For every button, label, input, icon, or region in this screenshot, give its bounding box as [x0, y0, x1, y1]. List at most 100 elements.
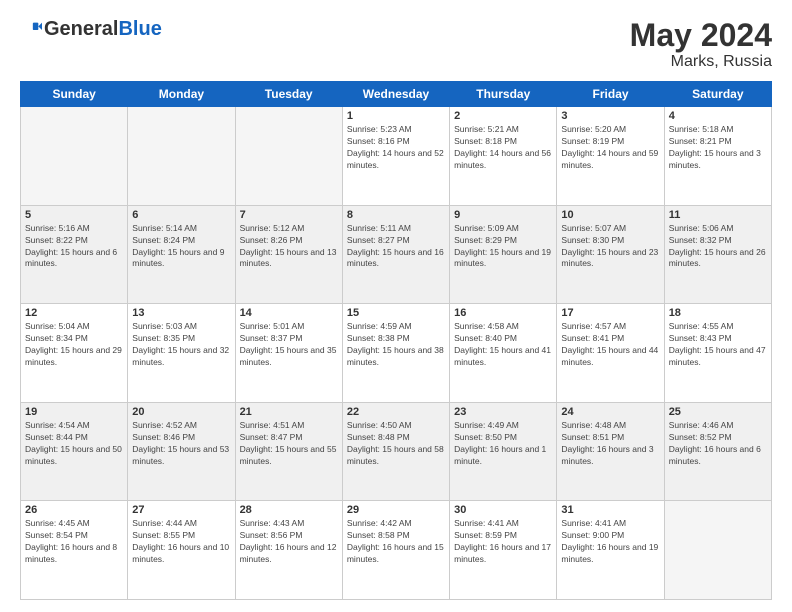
calendar-cell: 30 Sunrise: 4:41 AMSunset: 8:59 PMDayligh… — [450, 501, 557, 600]
calendar-title: May 2024 — [630, 18, 772, 53]
calendar-cell: 9 Sunrise: 5:09 AMSunset: 8:29 PMDaylight… — [450, 205, 557, 304]
calendar-cell: 22 Sunrise: 4:50 AMSunset: 8:48 PMDayligh… — [342, 402, 449, 501]
weekday-header-thursday: Thursday — [450, 82, 557, 107]
day-number: 13 — [132, 307, 230, 319]
day-number: 9 — [454, 209, 552, 221]
day-info: Sunrise: 4:57 AMSunset: 8:41 PMDaylight:… — [561, 321, 659, 369]
calendar-cell: 21Sunrise: 4:51 AMSunset: 8:47 PMDayligh… — [235, 402, 342, 501]
day-number: 28 — [240, 504, 338, 516]
day-number: 12 — [25, 307, 123, 319]
day-number: 17 — [561, 307, 659, 319]
day-info: Sunrise: 5:06 AMSunset: 8:32 PMDaylight:… — [669, 223, 767, 271]
day-number: 22 — [347, 406, 445, 418]
calendar-cell — [21, 107, 128, 206]
week-row-2: 5Sunrise: 5:16 AMSunset: 8:22 PMDaylight… — [21, 205, 772, 304]
day-number: 16 — [454, 307, 552, 319]
calendar-cell: 5Sunrise: 5:16 AMSunset: 8:22 PMDaylight… — [21, 205, 128, 304]
calendar-cell: 13 Sunrise: 5:03 AMSunset: 8:35 PMDayligh… — [128, 304, 235, 403]
day-info: Sunrise: 4:48 AMSunset: 8:51 PMDaylight:… — [561, 420, 659, 468]
calendar-cell — [128, 107, 235, 206]
calendar-cell: 10 Sunrise: 5:07 AMSunset: 8:30 PMDayligh… — [557, 205, 664, 304]
day-number: 14 — [240, 307, 338, 319]
week-row-4: 19 Sunrise: 4:54 AMSunset: 8:44 PMDayligh… — [21, 402, 772, 501]
day-info: Sunrise: 4:42 AMSunset: 8:58 PMDaylight:… — [347, 518, 445, 566]
day-number: 31 — [561, 504, 659, 516]
day-info: Sunrise: 4:58 AMSunset: 8:40 PMDaylight:… — [454, 321, 552, 369]
day-info: Sunrise: 5:12 AMSunset: 8:26 PMDaylight:… — [240, 223, 338, 271]
day-info: Sunrise: 4:54 AMSunset: 8:44 PMDaylight:… — [25, 420, 123, 468]
day-info: Sunrise: 4:50 AMSunset: 8:48 PMDaylight:… — [347, 420, 445, 468]
day-info: Sunrise: 5:03 AMSunset: 8:35 PMDaylight:… — [132, 321, 230, 369]
day-info: Sunrise: 4:55 AMSunset: 8:43 PMDaylight:… — [669, 321, 767, 369]
logo: GeneralBlue — [20, 18, 162, 41]
day-number: 8 — [347, 209, 445, 221]
calendar-cell: 17 Sunrise: 4:57 AMSunset: 8:41 PMDayligh… — [557, 304, 664, 403]
day-number: 23 — [454, 406, 552, 418]
day-number: 1 — [347, 110, 445, 122]
calendar-cell: 19 Sunrise: 4:54 AMSunset: 8:44 PMDayligh… — [21, 402, 128, 501]
calendar-cell: 7Sunrise: 5:12 AMSunset: 8:26 PMDaylight… — [235, 205, 342, 304]
weekday-header-monday: Monday — [128, 82, 235, 107]
day-number: 6 — [132, 209, 230, 221]
weekday-header-wednesday: Wednesday — [342, 82, 449, 107]
day-number: 3 — [561, 110, 659, 122]
day-number: 19 — [25, 406, 123, 418]
day-info: Sunrise: 5:21 AMSunset: 8:18 PMDaylight:… — [454, 124, 552, 172]
calendar-cell: 18Sunrise: 4:55 AMSunset: 8:43 PMDayligh… — [664, 304, 771, 403]
calendar-cell: 12Sunrise: 5:04 AMSunset: 8:34 PMDayligh… — [21, 304, 128, 403]
day-info: Sunrise: 4:49 AMSunset: 8:50 PMDaylight:… — [454, 420, 552, 468]
calendar-cell: 26Sunrise: 4:45 AMSunset: 8:54 PMDayligh… — [21, 501, 128, 600]
day-info: Sunrise: 4:43 AMSunset: 8:56 PMDaylight:… — [240, 518, 338, 566]
day-number: 21 — [240, 406, 338, 418]
week-row-3: 12Sunrise: 5:04 AMSunset: 8:34 PMDayligh… — [21, 304, 772, 403]
calendar-cell: 8 Sunrise: 5:11 AMSunset: 8:27 PMDaylight… — [342, 205, 449, 304]
day-number: 10 — [561, 209, 659, 221]
calendar-cell: 23 Sunrise: 4:49 AMSunset: 8:50 PMDayligh… — [450, 402, 557, 501]
calendar-cell: 16 Sunrise: 4:58 AMSunset: 8:40 PMDayligh… — [450, 304, 557, 403]
day-number: 20 — [132, 406, 230, 418]
week-row-1: 1 Sunrise: 5:23 AMSunset: 8:16 PMDaylight… — [21, 107, 772, 206]
calendar-cell: 29 Sunrise: 4:42 AMSunset: 8:58 PMDayligh… — [342, 501, 449, 600]
logo-text: GeneralBlue — [20, 18, 162, 41]
calendar-cell: 28 Sunrise: 4:43 AMSunset: 8:56 PMDayligh… — [235, 501, 342, 600]
day-number: 15 — [347, 307, 445, 319]
weekday-header-sunday: Sunday — [21, 82, 128, 107]
day-info: Sunrise: 5:09 AMSunset: 8:29 PMDaylight:… — [454, 223, 552, 271]
day-info: Sunrise: 4:44 AMSunset: 8:55 PMDaylight:… — [132, 518, 230, 566]
day-number: 26 — [25, 504, 123, 516]
day-info: Sunrise: 5:23 AMSunset: 8:16 PMDaylight:… — [347, 124, 445, 172]
logo-blue-text: Blue — [118, 18, 161, 41]
day-info: Sunrise: 5:01 AMSunset: 8:37 PMDaylight:… — [240, 321, 338, 369]
day-number: 29 — [347, 504, 445, 516]
calendar-cell: 4Sunrise: 5:18 AMSunset: 8:21 PMDaylight… — [664, 107, 771, 206]
header: GeneralBlue May 2024 Marks, Russia — [20, 18, 772, 71]
weekday-header-friday: Friday — [557, 82, 664, 107]
day-info: Sunrise: 4:41 AMSunset: 9:00 PMDaylight:… — [561, 518, 659, 566]
day-number: 11 — [669, 209, 767, 221]
day-info: Sunrise: 4:41 AMSunset: 8:59 PMDaylight:… — [454, 518, 552, 566]
logo-icon — [20, 19, 42, 41]
day-info: Sunrise: 5:11 AMSunset: 8:27 PMDaylight:… — [347, 223, 445, 271]
day-info: Sunrise: 5:16 AMSunset: 8:22 PMDaylight:… — [25, 223, 123, 271]
calendar-cell: 3Sunrise: 5:20 AMSunset: 8:19 PMDaylight… — [557, 107, 664, 206]
calendar-cell: 27Sunrise: 4:44 AMSunset: 8:55 PMDayligh… — [128, 501, 235, 600]
day-info: Sunrise: 4:46 AMSunset: 8:52 PMDaylight:… — [669, 420, 767, 468]
day-info: Sunrise: 5:18 AMSunset: 8:21 PMDaylight:… — [669, 124, 767, 172]
weekday-header-row: SundayMondayTuesdayWednesdayThursdayFrid… — [21, 82, 772, 107]
calendar-cell: 14 Sunrise: 5:01 AMSunset: 8:37 PMDayligh… — [235, 304, 342, 403]
weekday-header-saturday: Saturday — [664, 82, 771, 107]
day-info: Sunrise: 5:07 AMSunset: 8:30 PMDaylight:… — [561, 223, 659, 271]
day-number: 30 — [454, 504, 552, 516]
calendar-cell: 24Sunrise: 4:48 AMSunset: 8:51 PMDayligh… — [557, 402, 664, 501]
week-row-5: 26Sunrise: 4:45 AMSunset: 8:54 PMDayligh… — [21, 501, 772, 600]
calendar-location: Marks, Russia — [630, 53, 772, 71]
title-block: May 2024 Marks, Russia — [630, 18, 772, 71]
day-number: 2 — [454, 110, 552, 122]
calendar-cell — [664, 501, 771, 600]
calendar-cell: 20 Sunrise: 4:52 AMSunset: 8:46 PMDayligh… — [128, 402, 235, 501]
page: GeneralBlue May 2024 Marks, Russia Sunda… — [0, 0, 792, 612]
day-info: Sunrise: 4:59 AMSunset: 8:38 PMDaylight:… — [347, 321, 445, 369]
day-info: Sunrise: 4:52 AMSunset: 8:46 PMDaylight:… — [132, 420, 230, 468]
calendar-cell: 31 Sunrise: 4:41 AMSunset: 9:00 PMDayligh… — [557, 501, 664, 600]
logo-general-text: General — [44, 18, 118, 41]
